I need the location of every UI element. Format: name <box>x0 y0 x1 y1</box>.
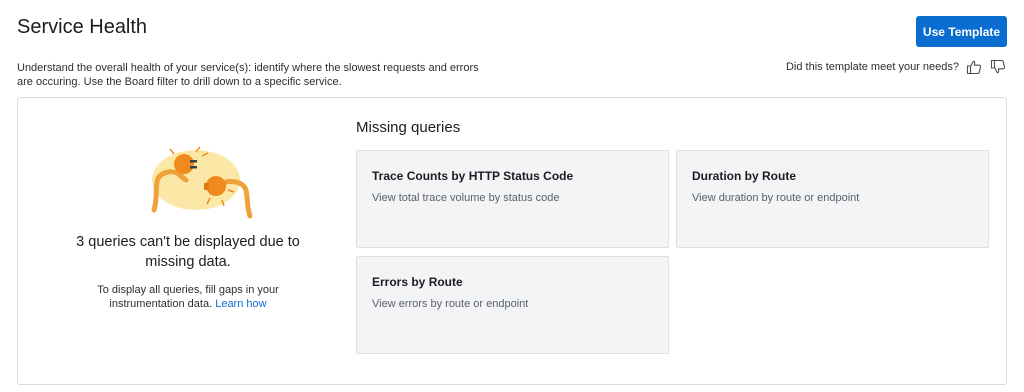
missing-data-summary: 3 queries can't be displayed due to miss… <box>18 98 358 384</box>
page-title: Service Health <box>17 16 148 38</box>
query-card-title: Trace Counts by HTTP Status Code <box>372 169 574 183</box>
unplugged-cable-illustration <box>146 142 256 222</box>
query-card-description: View total trace volume by status code <box>372 192 560 204</box>
query-card-description: View duration by route or endpoint <box>692 192 860 204</box>
query-card-trace-counts[interactable]: Trace Counts by HTTP Status Code View to… <box>356 150 669 248</box>
thumbs-down-icon[interactable] <box>989 58 1007 76</box>
missing-data-title: 3 queries can't be displayed due to miss… <box>76 234 300 270</box>
query-card-title: Errors by Route <box>372 275 463 289</box>
missing-data-help: To display all queries, fill gaps in you… <box>78 283 298 311</box>
missing-queries-heading: Missing queries <box>356 119 461 136</box>
feedback-bar: Did this template meet your needs? <box>786 58 1007 76</box>
query-card-title: Duration by Route <box>692 169 796 183</box>
thumbs-up-icon[interactable] <box>965 58 983 76</box>
feedback-question: Did this template meet your needs? <box>785 61 959 73</box>
missing-queries-panel: 3 queries can't be displayed due to miss… <box>17 97 1007 385</box>
query-card-duration-by-route[interactable]: Duration by Route View duration by route… <box>676 150 989 248</box>
query-card-description: View errors by route or endpoint <box>372 298 529 310</box>
query-card-errors-by-route[interactable]: Errors by Route View errors by route or … <box>356 256 669 354</box>
use-template-button[interactable]: Use Template <box>916 16 1007 47</box>
learn-how-link[interactable]: Learn how <box>215 298 266 310</box>
page-description: Understand the overall health of your se… <box>17 62 479 88</box>
